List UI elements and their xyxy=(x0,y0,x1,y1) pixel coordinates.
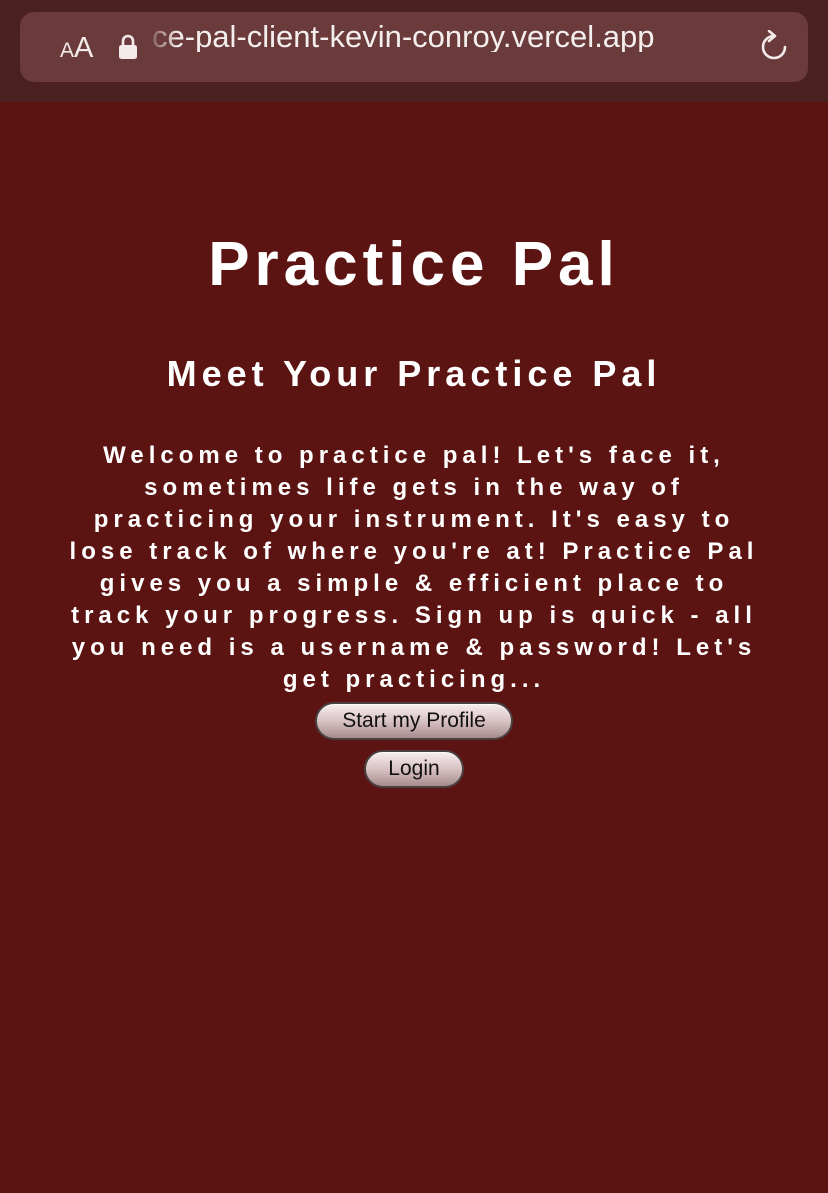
browser-toolbar: AA ce-pal-client-kevin-conroy.vercel.app xyxy=(0,0,828,102)
text-size-button[interactable]: AA xyxy=(60,34,93,67)
login-button-row: Login xyxy=(0,740,828,788)
reload-icon[interactable] xyxy=(757,30,791,64)
text-size-big-label: A xyxy=(74,32,94,64)
lock-icon xyxy=(119,34,137,59)
page-subtitle: Meet Your Practice Pal xyxy=(166,353,662,394)
start-profile-button[interactable]: Start my Profile xyxy=(315,702,513,740)
text-size-small-label: A xyxy=(60,39,75,62)
welcome-text: Welcome to practice pal! Let's face it, … xyxy=(69,442,759,693)
login-button[interactable]: Login xyxy=(364,750,464,788)
start-button-row: Start my Profile xyxy=(0,696,828,740)
page-content: Practice Pal Meet Your Practice Pal Welc… xyxy=(0,102,828,788)
url-text[interactable]: ce-pal-client-kevin-conroy.vercel.app xyxy=(152,22,732,52)
page-title: Practice Pal xyxy=(208,230,620,299)
